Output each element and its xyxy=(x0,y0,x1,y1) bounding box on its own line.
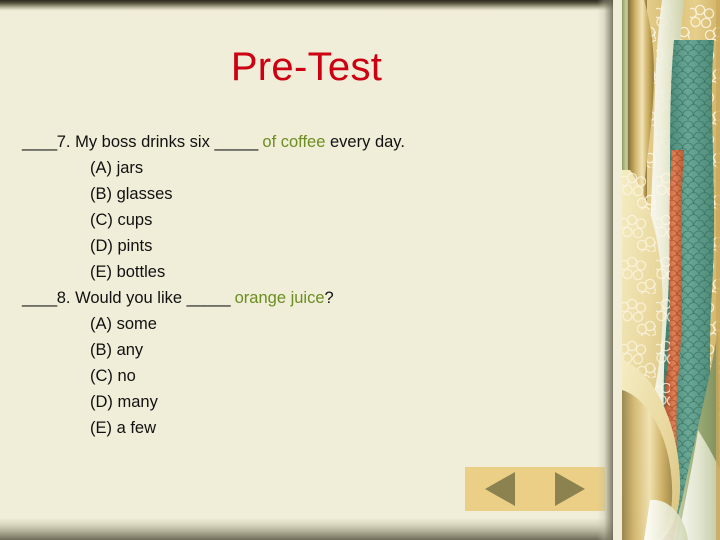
question-number: 8. xyxy=(56,289,71,307)
option-e[interactable]: (E) bottles xyxy=(22,259,602,285)
question-gap-blank: _____ xyxy=(186,289,231,307)
question-stem-before: Would you like xyxy=(70,289,187,307)
question-gap-blank: _____ xyxy=(214,133,258,151)
triangle-right-icon xyxy=(555,472,585,506)
answer-blank: ____ xyxy=(22,133,57,151)
triangle-left-icon xyxy=(485,472,515,506)
option-c[interactable]: (C) cups xyxy=(22,207,602,233)
question-number: 7. xyxy=(56,133,71,151)
slide-canvas: Pre-Test ____7. My boss drinks six _____… xyxy=(0,0,720,540)
question-item: ____7. My boss drinks six _____ of coffe… xyxy=(22,129,602,285)
next-slide-button[interactable] xyxy=(543,467,597,511)
page-title: Pre-Test xyxy=(230,45,383,89)
option-d[interactable]: (D) many xyxy=(22,389,602,415)
question-stem: ____8. Would you like _____ orange juice… xyxy=(22,285,602,311)
question-stem-after: every day. xyxy=(325,133,405,151)
answer-blank: ____ xyxy=(22,289,57,307)
option-d[interactable]: (D) pints xyxy=(22,233,602,259)
question-item: ____8. Would you like _____ orange juice… xyxy=(22,285,602,441)
question-stem-after: ? xyxy=(324,289,334,307)
option-c[interactable]: (C) no xyxy=(22,363,602,389)
option-b[interactable]: (B) glasses xyxy=(22,181,602,207)
asian-floral-ribbon-border-icon xyxy=(622,0,720,540)
previous-slide-button[interactable] xyxy=(473,467,527,511)
decorative-border-panel xyxy=(622,0,720,540)
slide-top-bevel xyxy=(0,0,613,11)
option-a[interactable]: (A) some xyxy=(22,311,602,337)
option-a[interactable]: (A) jars xyxy=(22,155,602,181)
option-b[interactable]: (B) any xyxy=(22,337,602,363)
question-stem-highlight: orange juice xyxy=(230,289,325,307)
question-list: ____7. My boss drinks six _____ of coffe… xyxy=(22,129,602,441)
question-stem-before: My boss drinks six xyxy=(70,133,215,151)
slide-right-bevel xyxy=(597,0,613,540)
question-stem-highlight: of coffee xyxy=(257,133,326,151)
slide-bottom-bevel xyxy=(0,518,613,540)
question-stem: ____7. My boss drinks six _____ of coffe… xyxy=(22,129,602,155)
slide-navigation-bar xyxy=(465,467,605,511)
option-e[interactable]: (E) a few xyxy=(22,415,602,441)
slide-content-area: Pre-Test ____7. My boss drinks six _____… xyxy=(0,0,613,540)
